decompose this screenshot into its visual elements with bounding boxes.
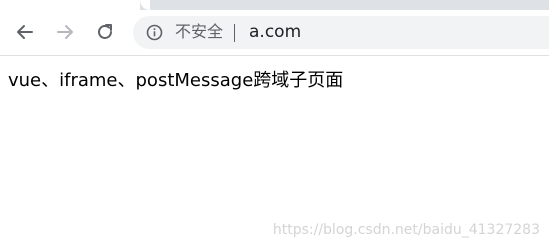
url-text[interactable]: a.com <box>249 22 301 42</box>
browser-window: 不安全 a.com vue、iframe、postMessage跨域子页面 ht… <box>0 0 549 248</box>
reload-icon <box>98 24 112 39</box>
page-content: vue、iframe、postMessage跨域子页面 https://blog… <box>0 56 549 248</box>
watermark: https://blog.csdn.net/baidu_41327283 <box>272 222 540 238</box>
reload-button[interactable] <box>90 17 120 47</box>
forward-arrow-icon <box>57 25 73 39</box>
tab-strip <box>0 0 549 10</box>
page-heading-text: vue、iframe、postMessage跨域子页面 <box>8 70 344 91</box>
security-label: 不安全 <box>175 22 224 41</box>
info-icon[interactable] <box>146 24 163 41</box>
tab-curve <box>140 0 150 10</box>
forward-button[interactable] <box>50 17 80 47</box>
back-button[interactable] <box>10 17 40 47</box>
browser-toolbar: 不安全 a.com <box>0 10 549 56</box>
address-bar[interactable]: 不安全 a.com <box>133 16 549 49</box>
back-arrow-icon <box>17 25 33 39</box>
active-tab[interactable] <box>0 0 140 10</box>
separator <box>234 24 235 42</box>
